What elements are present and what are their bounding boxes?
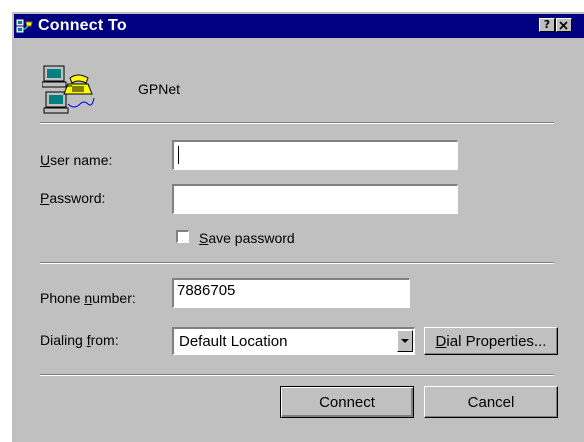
title-bar[interactable]: Connect To ? [14, 14, 584, 38]
password-label: Password: [40, 190, 106, 206]
separator [40, 122, 554, 124]
chevron-down-icon [401, 339, 409, 343]
connect-to-dialog: Connect To ? GPNet User name: Password: … [10, 10, 584, 442]
close-icon [559, 21, 568, 30]
connection-entry-name: GPNet [138, 81, 181, 97]
help-button[interactable]: ? [539, 18, 555, 32]
connect-button[interactable]: Connect [280, 386, 414, 418]
username-field[interactable] [172, 140, 458, 170]
save-password-label[interactable]: Save password [199, 230, 295, 246]
dropdown-button[interactable] [397, 330, 413, 352]
phone-number-label: Phone number: [40, 290, 136, 306]
close-button[interactable] [556, 18, 572, 32]
password-field[interactable] [172, 184, 458, 214]
username-label: User name: [40, 152, 113, 168]
phone-number-field[interactable]: 7886705 [172, 278, 410, 308]
phone-number-value: 7886705 [177, 282, 236, 299]
separator [40, 374, 554, 376]
separator [40, 262, 554, 264]
dialup-connection-icon [41, 64, 98, 116]
cancel-button[interactable]: Cancel [424, 386, 558, 418]
text-caret [178, 146, 179, 164]
window-title: Connect To [38, 17, 127, 34]
dialing-from-value: Default Location [179, 333, 288, 350]
save-password-checkbox[interactable] [176, 230, 189, 243]
dial-properties-button[interactable]: Dial Properties... [424, 327, 558, 355]
dialing-from-label: Dialing from: [40, 332, 119, 348]
network-connection-icon [16, 17, 34, 35]
dialing-from-select[interactable]: Default Location [172, 327, 415, 355]
